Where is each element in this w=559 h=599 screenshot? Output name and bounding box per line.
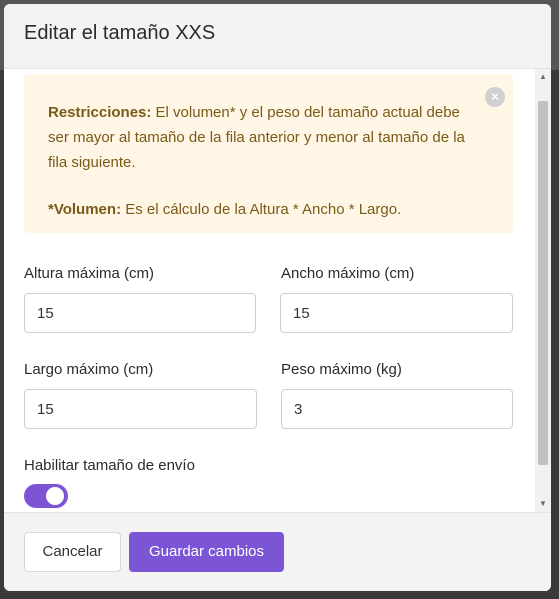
scroll-thumb[interactable]: [538, 101, 548, 465]
volume-text: Es el cálculo de la Altura * Ancho * Lar…: [121, 201, 402, 218]
scroll-down-icon[interactable]: ▼: [535, 496, 551, 512]
length-label: Largo máximo (cm): [24, 361, 154, 378]
weight-label: Peso máximo (kg): [281, 361, 402, 378]
modal-footer: Cancelar Guardar cambios: [4, 512, 551, 591]
width-label: Ancho máximo (cm): [281, 265, 415, 282]
modal-header: Editar el tamaño XXS: [4, 4, 551, 69]
height-input[interactable]: [24, 293, 256, 333]
save-changes-button[interactable]: Guardar cambios: [129, 532, 284, 572]
restrictions-label: Restricciones:: [48, 104, 152, 121]
enable-size-toggle[interactable]: [24, 484, 68, 508]
modal-scrollbar[interactable]: ▲ ▼: [535, 69, 551, 512]
modal-body: Restricciones: El volumen* y el peso del…: [4, 69, 551, 512]
toggle-knob: [46, 487, 64, 505]
width-input[interactable]: [280, 293, 513, 333]
volume-label: *Volumen:: [48, 201, 122, 218]
alert-text: Restricciones: El volumen* y el peso del…: [48, 100, 468, 222]
weight-input[interactable]: [281, 389, 513, 429]
scroll-up-icon[interactable]: ▲: [535, 69, 551, 85]
close-icon[interactable]: ×: [485, 87, 505, 107]
length-input[interactable]: [24, 389, 257, 429]
restrictions-alert: Restricciones: El volumen* y el peso del…: [24, 74, 513, 233]
cancel-button[interactable]: Cancelar: [24, 532, 121, 572]
height-label: Altura máxima (cm): [24, 265, 155, 282]
enable-size-label: Habilitar tamaño de envío: [24, 457, 195, 474]
edit-size-modal: Editar el tamaño XXS Restricciones: El v…: [4, 4, 551, 591]
modal-title: Editar el tamaño XXS: [24, 22, 216, 44]
